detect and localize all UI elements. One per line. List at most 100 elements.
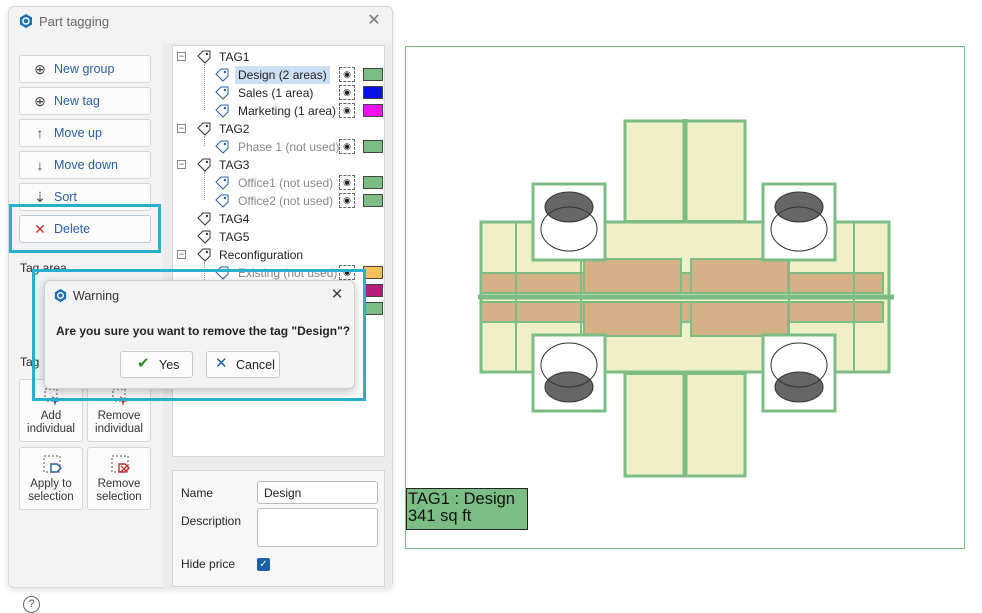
tag-icon (215, 104, 229, 118)
color-swatch[interactable] (363, 86, 383, 99)
arrow-up-icon: ↑ (36, 125, 44, 141)
visibility-eye-icon[interactable]: ◉ (339, 85, 355, 100)
name-input[interactable] (257, 481, 378, 504)
yes-button[interactable]: ✔ Yes (120, 351, 193, 378)
name-label: Name (181, 486, 214, 500)
visibility-eye-icon[interactable]: ◉ (339, 193, 355, 208)
tree-item-sales[interactable]: Sales (1 area) ◉ (177, 84, 383, 102)
tree-item-design[interactable]: Design (2 areas) ◉ (177, 66, 383, 84)
new-tag-button[interactable]: ⊕ New tag (19, 87, 151, 115)
remove-selection-button[interactable]: Remove selection (87, 447, 151, 510)
apply-to-selection-button[interactable]: Apply to selection (19, 447, 83, 510)
hide-price-checkbox[interactable]: ✓ (257, 558, 270, 571)
color-swatch[interactable] (363, 194, 383, 207)
collapse-icon[interactable]: − (177, 160, 186, 169)
tag-area-size: 341 sq ft (408, 507, 472, 525)
tag-icon (197, 230, 211, 244)
app-logo-icon (54, 288, 67, 303)
tag-icon (215, 140, 229, 154)
collapse-icon[interactable]: − (177, 124, 186, 133)
new-tag-icon: ⊕ (34, 93, 46, 109)
tag-icon (215, 86, 229, 100)
move-up-label: Move up (54, 126, 102, 140)
description-input[interactable] (257, 508, 378, 547)
new-group-label: New group (54, 62, 115, 76)
new-group-button[interactable]: ⊕ New group (19, 55, 151, 83)
remove-selection-icon (111, 455, 130, 473)
tree-item-label: Sales (1 area) (238, 86, 314, 100)
delete-button-highlight (9, 204, 161, 253)
remove-selection-label: Remove selection (96, 478, 142, 503)
panel-title: Part tagging (39, 14, 110, 29)
cancel-label: Cancel (236, 358, 275, 372)
tree-group-tag1[interactable]: − TAG1 (177, 48, 382, 66)
tree-item-office2[interactable]: Office2 (not used) ◉ (177, 192, 383, 210)
tree-item-label: Marketing (1 area) (238, 104, 337, 118)
tree-group-label: TAG4 (219, 212, 250, 226)
tree-group-reconfiguration[interactable]: − Reconfiguration (177, 246, 382, 264)
color-swatch[interactable] (363, 68, 383, 81)
new-tag-label: New tag (54, 94, 100, 108)
tree-group-label: TAG1 (219, 50, 250, 64)
apply-to-selection-label: Apply to selection (28, 478, 74, 503)
dialog-message: Are you sure you want to remove the tag … (56, 324, 351, 338)
visibility-eye-icon[interactable]: ◉ (339, 67, 355, 82)
cancel-x-icon: ✕ (215, 355, 228, 372)
tag-area-label: TAG1 : Design 341 sq ft (406, 488, 528, 530)
tag-properties: Name Description Hide price ✓ (172, 470, 385, 587)
tree-item-phase1[interactable]: Phase 1 (not used) ◉ (177, 138, 383, 156)
color-swatch[interactable] (363, 176, 383, 189)
floor-plan-drawing[interactable] (406, 47, 966, 550)
hide-price-label: Hide price (181, 557, 236, 571)
dialog-close-icon[interactable]: ✕ (328, 285, 346, 305)
visibility-eye-icon[interactable]: ◉ (339, 103, 355, 118)
move-up-button[interactable]: ↑ Move up (19, 119, 151, 147)
tree-group-label: Reconfiguration (219, 248, 304, 262)
sort-label: Sort (54, 190, 77, 204)
cancel-button[interactable]: ✕ Cancel (206, 351, 280, 378)
move-down-button[interactable]: ↓ Move down (19, 151, 151, 179)
visibility-eye-icon[interactable]: ◉ (339, 139, 355, 154)
close-icon[interactable]: ✕ (364, 11, 384, 31)
color-swatch[interactable] (363, 284, 383, 297)
apply-selection-icon (43, 455, 62, 473)
collapse-icon[interactable]: − (177, 250, 186, 259)
tree-item-marketing[interactable]: Marketing (1 area) ◉ (177, 102, 383, 120)
tree-group-label: TAG3 (219, 158, 250, 172)
color-swatch[interactable] (363, 104, 383, 117)
remove-individual-label: Remove individual (95, 410, 143, 435)
workstation-cluster (478, 119, 894, 478)
tree-group-tag3[interactable]: − TAG3 (177, 156, 382, 174)
tree-item-label: Phase 1 (not used) (238, 140, 340, 154)
collapse-icon[interactable]: − (177, 52, 186, 61)
drawing-viewport[interactable]: TAG1 : Design 341 sq ft (405, 46, 965, 549)
warning-dialog: Warning ✕ Are you sure you want to remov… (44, 280, 355, 389)
tree-group-tag2[interactable]: − TAG2 (177, 120, 382, 138)
color-swatch[interactable] (363, 266, 383, 279)
description-label: Description (181, 514, 242, 528)
tree-group-label: TAG2 (219, 122, 250, 136)
arrow-down-icon: ↓ (36, 157, 44, 173)
visibility-eye-icon[interactable]: ◉ (339, 175, 355, 190)
color-swatch[interactable] (363, 140, 383, 153)
add-individual-label: Add individual (27, 410, 75, 435)
tree-group-label: TAG5 (219, 230, 250, 244)
app-logo-icon (20, 14, 32, 28)
tag-icon (215, 68, 229, 82)
tree-group-tag4[interactable]: TAG4 (177, 210, 382, 228)
color-swatch[interactable] (363, 302, 383, 315)
tag-icon (197, 212, 211, 226)
tree-item-label: Design (2 areas) (235, 66, 330, 84)
tag-area-title: TAG1 : Design (408, 490, 515, 508)
yes-label: Yes (159, 358, 180, 372)
tag-icon (215, 194, 229, 208)
tree-item-label: Office1 (not used) (238, 176, 334, 190)
tree-group-tag5[interactable]: TAG5 (177, 228, 382, 246)
panel-titlebar: Part tagging ✕ (9, 7, 392, 37)
tree-item-label: Office2 (not used) (238, 194, 334, 208)
tree-item-office1[interactable]: Office1 (not used) ◉ (177, 174, 383, 192)
tag-icon (197, 158, 211, 172)
tag-icon (215, 176, 229, 190)
check-icon: ✔ (137, 355, 150, 372)
dialog-title: Warning (73, 289, 120, 303)
